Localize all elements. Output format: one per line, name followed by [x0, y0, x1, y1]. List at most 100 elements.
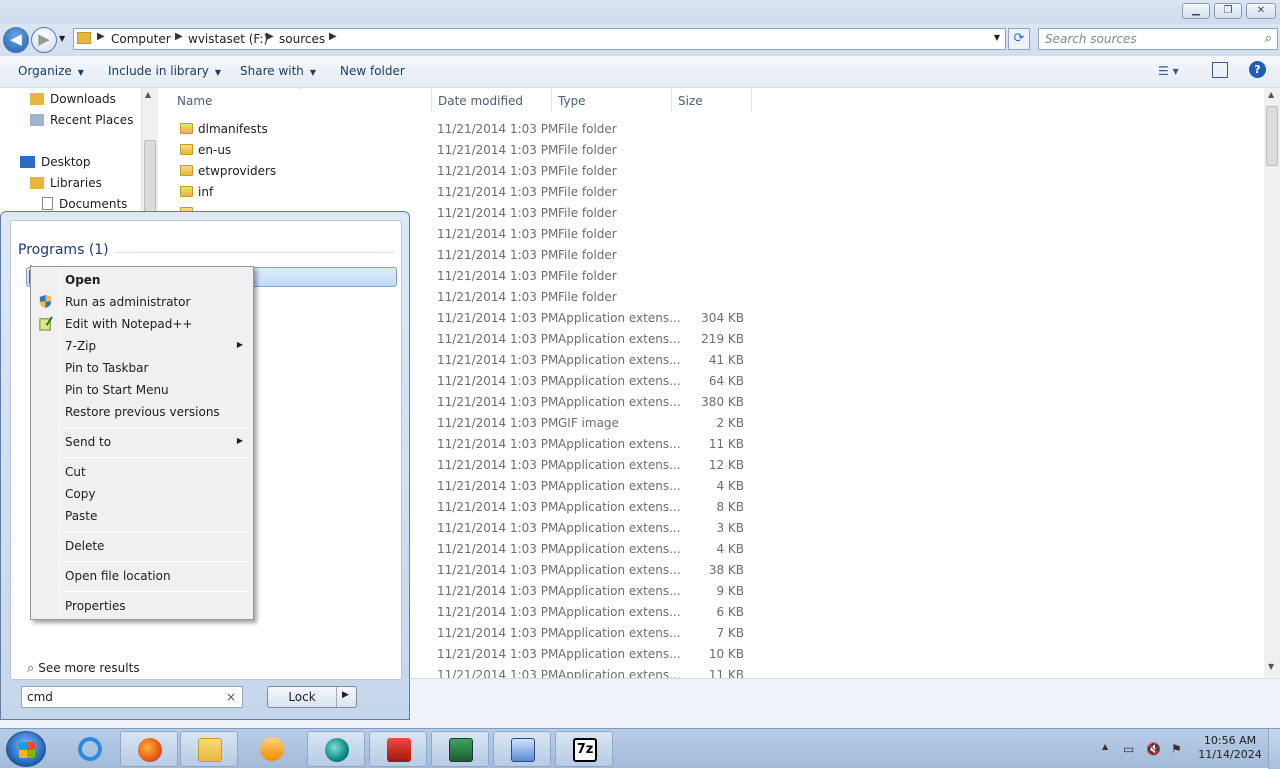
- menu-item-run-as-administrator[interactable]: Run as administrator: [33, 291, 251, 313]
- menu-item-send-to[interactable]: Send to ▶: [33, 431, 251, 453]
- nav-item-recent-places[interactable]: Recent Places: [30, 113, 133, 127]
- menu-item-7zip[interactable]: 7-Zip ▶: [33, 335, 251, 357]
- file-date-modified: 11/21/2014 1:03 PM: [437, 458, 559, 472]
- network-flag-icon[interactable]: ⚑: [1171, 742, 1182, 756]
- forward-button[interactable]: ▶: [31, 27, 57, 53]
- show-hidden-icons-icon[interactable]: ▲: [1102, 742, 1108, 751]
- table-row[interactable]: dlmanifests 11/21/2014 1:03 PM File folder: [158, 119, 758, 140]
- column-header-date-modified[interactable]: Date modified: [438, 94, 523, 108]
- file-size: 380 KB: [701, 395, 744, 409]
- file-name: inf: [198, 185, 214, 199]
- power-options-arrow-icon[interactable]: ▶: [342, 690, 349, 700]
- taskbar-media-player[interactable]: [243, 731, 301, 767]
- help-icon[interactable]: ?: [1249, 61, 1266, 78]
- address-dropdown-icon[interactable]: ▼: [994, 33, 1000, 42]
- file-date-modified: 11/21/2014 1:03 PM: [437, 395, 559, 409]
- file-size: 41 KB: [708, 353, 744, 367]
- nav-scroll-thumb[interactable]: [144, 140, 156, 220]
- menu-item-delete[interactable]: Delete: [33, 535, 251, 557]
- breadcrumb-drive[interactable]: wvistaset (F:): [188, 32, 268, 46]
- nav-item-libraries[interactable]: Libraries: [30, 176, 102, 190]
- start-button[interactable]: [6, 731, 46, 767]
- view-options-icon[interactable]: ☰ ▾: [1158, 64, 1179, 78]
- clock[interactable]: 10:56 AM 11/14/2024: [1196, 734, 1264, 762]
- folder-icon: [77, 32, 91, 44]
- share-with-menu[interactable]: Share with ▼: [240, 64, 316, 78]
- column-divider[interactable]: [751, 88, 752, 112]
- menu-item-open[interactable]: Open: [33, 269, 251, 291]
- nav-item-downloads[interactable]: Downloads: [30, 92, 116, 106]
- table-row[interactable]: en-us 11/21/2014 1:03 PM File folder: [158, 140, 758, 161]
- menu-item-edit-with-notepad-plus-plus[interactable]: Edit with Notepad++: [33, 313, 251, 335]
- column-divider[interactable]: [671, 88, 672, 112]
- breadcrumb-separator-icon[interactable]: ▶: [329, 31, 337, 42]
- menu-item-paste[interactable]: Paste: [33, 505, 251, 527]
- file-date-modified: 11/21/2014 1:03 PM: [437, 164, 559, 178]
- file-type: File folder: [558, 185, 617, 199]
- new-folder-button[interactable]: New folder: [340, 64, 405, 78]
- file-list-scrollbar[interactable]: ▲ ▼: [1264, 88, 1280, 678]
- scroll-down-icon[interactable]: ▼: [1268, 662, 1274, 671]
- file-type: Application extens...: [558, 521, 681, 535]
- preview-pane-icon[interactable]: [1212, 62, 1228, 78]
- maximize-button[interactable]: ❐: [1214, 3, 1242, 19]
- column-header-type[interactable]: Type: [558, 94, 586, 108]
- divider: [336, 687, 337, 707]
- start-search-input[interactable]: cmd ×: [21, 686, 243, 708]
- table-row[interactable]: etwproviders 11/21/2014 1:03 PM File folde…: [158, 161, 758, 182]
- breadcrumb-sources[interactable]: sources: [279, 32, 325, 46]
- taskbar-internet-explorer[interactable]: [61, 731, 119, 767]
- breadcrumb-separator-icon[interactable]: ▶: [97, 31, 105, 42]
- menu-item-copy[interactable]: Copy: [33, 483, 251, 505]
- file-name: dlmanifests: [198, 122, 268, 136]
- back-button[interactable]: ◀: [3, 27, 29, 53]
- menu-label: 7-Zip: [65, 339, 97, 353]
- column-header-name[interactable]: Name: [177, 94, 212, 108]
- scroll-thumb[interactable]: [1266, 106, 1278, 166]
- menu-label: Copy: [65, 487, 96, 501]
- taskbar-toolbox[interactable]: [369, 731, 427, 767]
- taskbar-network-monitor[interactable]: [431, 731, 489, 767]
- minimize-button[interactable]: ▁: [1182, 3, 1210, 19]
- taskbar-app[interactable]: [307, 731, 365, 767]
- clear-search-icon[interactable]: ×: [226, 690, 236, 704]
- taskbar-computer[interactable]: [493, 731, 551, 767]
- menu-item-properties[interactable]: Properties: [33, 595, 251, 617]
- column-divider[interactable]: [431, 88, 432, 112]
- menu-item-open-file-location[interactable]: Open file location: [33, 565, 251, 587]
- close-button[interactable]: ✕: [1246, 3, 1276, 19]
- refresh-icon[interactable]: ⟳: [1008, 28, 1030, 50]
- breadcrumb-separator-icon[interactable]: ▶: [175, 31, 183, 42]
- volume-muted-icon[interactable]: 🔇: [1146, 742, 1161, 756]
- recent-pages-dropdown-icon[interactable]: ▼: [59, 34, 65, 43]
- table-row[interactable]: inf 11/21/2014 1:03 PM File folder: [158, 182, 758, 203]
- taskbar-firefox[interactable]: [120, 731, 178, 767]
- show-desktop-button[interactable]: [1268, 729, 1280, 769]
- organize-menu[interactable]: Organize ▼: [18, 64, 84, 78]
- taskbar-7zip[interactable]: 7z: [555, 731, 613, 767]
- file-date-modified: 11/21/2014 1:03 PM: [437, 122, 559, 136]
- menu-item-cut[interactable]: Cut: [33, 461, 251, 483]
- scroll-up-icon[interactable]: ▲: [1268, 90, 1274, 99]
- menu-item-pin-to-start-menu[interactable]: Pin to Start Menu: [33, 379, 251, 401]
- menu-item-restore-previous-versions[interactable]: Restore previous versions: [33, 401, 251, 423]
- lock-button[interactable]: Lock ▶: [267, 686, 357, 708]
- breadcrumb-computer[interactable]: Computer: [111, 32, 171, 46]
- menu-item-pin-to-taskbar[interactable]: Pin to Taskbar: [33, 357, 251, 379]
- action-center-icon[interactable]: ▭: [1123, 742, 1134, 756]
- scroll-up-icon[interactable]: ▲: [145, 90, 151, 99]
- column-header-size[interactable]: Size: [678, 94, 703, 108]
- search-icon[interactable]: ⌕: [1265, 31, 1272, 46]
- network-monitor-icon: [449, 738, 473, 762]
- nav-item-documents[interactable]: Documents: [42, 197, 127, 211]
- file-name: en-us: [198, 143, 232, 157]
- address-box[interactable]: ▶ Computer ▶ wvistaset (F:) ▶ sources ▶ …: [73, 28, 1006, 50]
- taskbar-file-explorer[interactable]: [180, 731, 238, 767]
- breadcrumb-separator-icon[interactable]: ▶: [266, 31, 274, 42]
- include-in-library-menu[interactable]: Include in library ▼: [108, 64, 221, 78]
- see-more-results-link[interactable]: ⌕ See more results: [27, 661, 140, 676]
- file-size: 7 KB: [716, 626, 744, 640]
- nav-item-desktop[interactable]: Desktop: [20, 155, 91, 169]
- search-input[interactable]: Search sources ⌕: [1038, 28, 1278, 50]
- column-divider[interactable]: [551, 88, 552, 112]
